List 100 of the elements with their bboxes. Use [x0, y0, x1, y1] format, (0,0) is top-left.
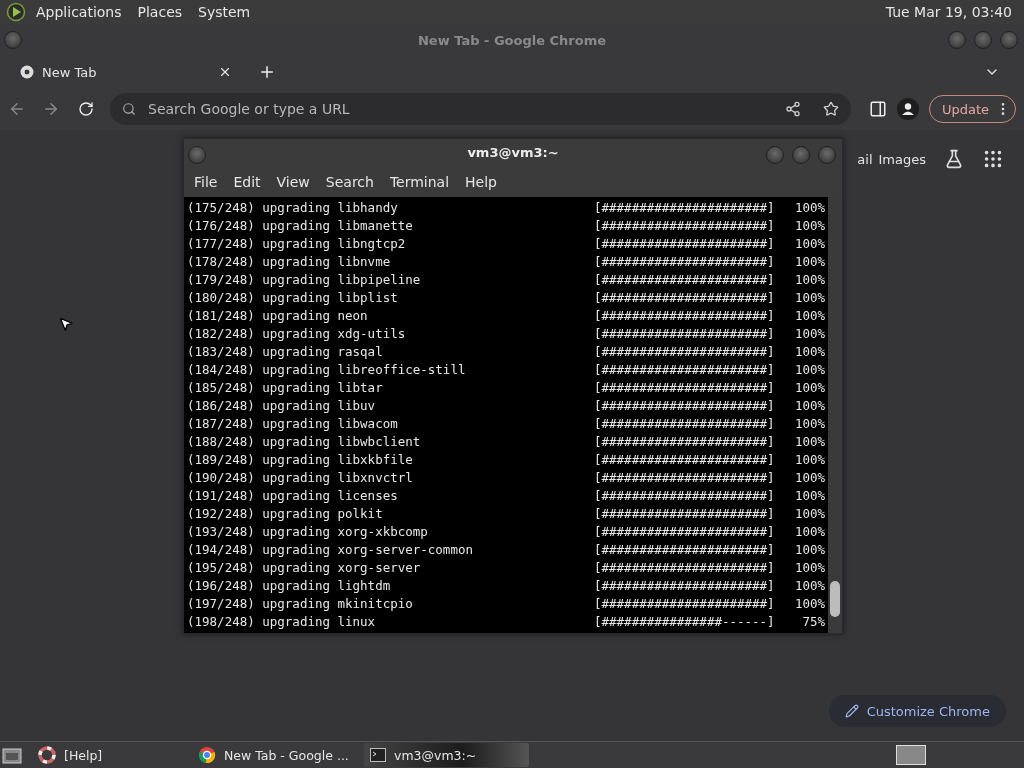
percent-text: 100%	[793, 289, 825, 305]
window-control-icon[interactable]	[1000, 31, 1018, 49]
profile-icon[interactable]	[896, 98, 919, 120]
percent-text: 100%	[793, 415, 825, 431]
percent-text: 100%	[793, 541, 825, 557]
percent-text: 100%	[793, 595, 825, 611]
panel-menu[interactable]: Places	[131, 4, 189, 20]
top-link[interactable]: Images	[878, 151, 926, 167]
taskbar-item[interactable]: New Tab - Google ...	[192, 743, 364, 767]
taskbar-item[interactable]: vm3@vm3:~	[364, 743, 529, 767]
percent-text: 100%	[793, 523, 825, 539]
pencil-icon	[844, 704, 859, 718]
percent-text: 100%	[793, 577, 825, 593]
desktop-icon[interactable]	[2, 746, 22, 764]
terminal-line: (186/248) upgrading libuv	[187, 397, 377, 413]
percent-text: 100%	[793, 469, 825, 485]
back-icon[interactable]	[8, 100, 26, 118]
percent-text: 100%	[793, 487, 825, 503]
reload-icon[interactable]	[78, 101, 94, 117]
progress-text: [######################]	[594, 541, 776, 557]
apps-grid-icon[interactable]	[982, 148, 1004, 170]
distro-logo-icon[interactable]	[6, 2, 26, 22]
progress-text: [######################]	[594, 361, 776, 377]
terminal-line: (185/248) upgrading libtar	[187, 379, 384, 395]
update-button[interactable]: Update	[928, 95, 1016, 123]
percent-text: 75%	[801, 613, 825, 629]
scrollbar[interactable]	[828, 197, 842, 633]
terminal-icon	[370, 748, 386, 762]
terminal-line: (190/248) upgrading libxnvctrl	[187, 469, 414, 485]
window-menu-icon[interactable]	[188, 146, 206, 164]
progress-text: [######################]	[594, 433, 776, 449]
menu-item[interactable]: Edit	[227, 173, 271, 190]
panel-menu[interactable]: Applications	[30, 4, 128, 20]
terminal-line: (187/248) upgrading libwacom	[187, 415, 399, 431]
terminal-line: (193/248) upgrading xorg-xkbcomp	[187, 523, 429, 539]
address-bar[interactable]: Search Google or type a URL	[110, 93, 851, 125]
share-icon[interactable]	[784, 101, 801, 117]
terminal-line: (195/248) upgrading xorg-server	[187, 559, 422, 575]
browser-logo-icon	[20, 65, 34, 79]
scroll-thumb[interactable]	[830, 581, 840, 617]
forward-icon[interactable]	[42, 100, 60, 118]
menu-item[interactable]: Help	[459, 173, 507, 190]
clock[interactable]: Tue Mar 19, 03:40	[885, 4, 1018, 20]
panel-menu[interactable]: System	[192, 4, 257, 20]
progress-text: [######################]	[594, 487, 776, 503]
window-control-icon[interactable]	[974, 31, 992, 49]
window-menu-icon[interactable]	[4, 31, 22, 49]
percent-text: 100%	[793, 235, 825, 251]
workspace-switcher[interactable]	[896, 745, 926, 765]
terminal-line: (183/248) upgrading rasqal	[187, 343, 384, 359]
progress-text: [######################]	[594, 451, 776, 467]
progress-text: [######################]	[594, 235, 776, 251]
progress-text: [######################]	[594, 523, 776, 539]
bookmark-star-icon[interactable]	[822, 101, 839, 117]
search-icon	[122, 102, 136, 116]
terminal-line: (191/248) upgrading licenses	[187, 487, 399, 503]
terminal-line: (198/248) upgrading linux	[187, 613, 377, 629]
side-panel-icon[interactable]	[868, 100, 887, 118]
progress-text: [######################]	[594, 199, 776, 215]
top-link[interactable]: ail	[857, 151, 873, 167]
percent-text: 100%	[793, 433, 825, 449]
flask-icon[interactable]	[944, 149, 964, 169]
progress-text: [######################]	[594, 415, 776, 431]
window-control-icon[interactable]	[948, 31, 966, 49]
mouse-cursor-icon	[58, 316, 74, 332]
progress-text: [######################]	[594, 505, 776, 521]
window-control-icon[interactable]	[766, 146, 784, 164]
close-icon[interactable]	[218, 65, 232, 79]
menu-item[interactable]: File	[188, 173, 228, 190]
progress-text: [######################]	[594, 271, 776, 287]
terminal-line: (177/248) upgrading libngtcp2	[187, 235, 407, 251]
menu-item[interactable]: Search	[319, 173, 384, 190]
terminal-line: (196/248) upgrading lightdm	[187, 577, 392, 593]
customize-chrome-button[interactable]: Customize Chrome	[828, 695, 1006, 727]
window-control-icon[interactable]	[818, 146, 836, 164]
progress-text: [######################]	[594, 325, 776, 341]
percent-text: 100%	[793, 253, 825, 269]
menu-item[interactable]: View	[270, 173, 320, 190]
terminal-line: (179/248) upgrading libpipeline	[187, 271, 422, 287]
terminal-line: (178/248) upgrading libnvme	[187, 253, 392, 269]
percent-text: 100%	[793, 307, 825, 323]
progress-text: [######################]	[594, 253, 776, 269]
taskbar-item[interactable]: [Help]	[32, 743, 192, 767]
new-tab-icon[interactable]	[258, 63, 276, 81]
percent-text: 100%	[793, 451, 825, 467]
menu-item[interactable]: Terminal	[383, 173, 460, 190]
terminal-line: (180/248) upgrading libplist	[187, 289, 399, 305]
terminal-line: (175/248) upgrading libhandy	[187, 199, 399, 215]
progress-text: [######################]	[594, 343, 776, 359]
percent-text: 100%	[793, 199, 825, 215]
percent-text: 100%	[793, 325, 825, 341]
window-control-icon[interactable]	[792, 146, 810, 164]
lifebuoy-icon	[38, 746, 56, 764]
terminal-line: (176/248) upgrading libmanette	[187, 217, 414, 233]
browser-logo-icon	[198, 746, 216, 764]
progress-text: [######################]	[594, 559, 776, 575]
progress-text: [######################]	[594, 469, 776, 485]
search-field[interactable]: Search Google or type a URL	[146, 100, 775, 118]
terminal-line: (184/248) upgrading libreoffice-still	[187, 361, 467, 377]
window-title: New Tab - Google Chrome	[417, 32, 607, 48]
